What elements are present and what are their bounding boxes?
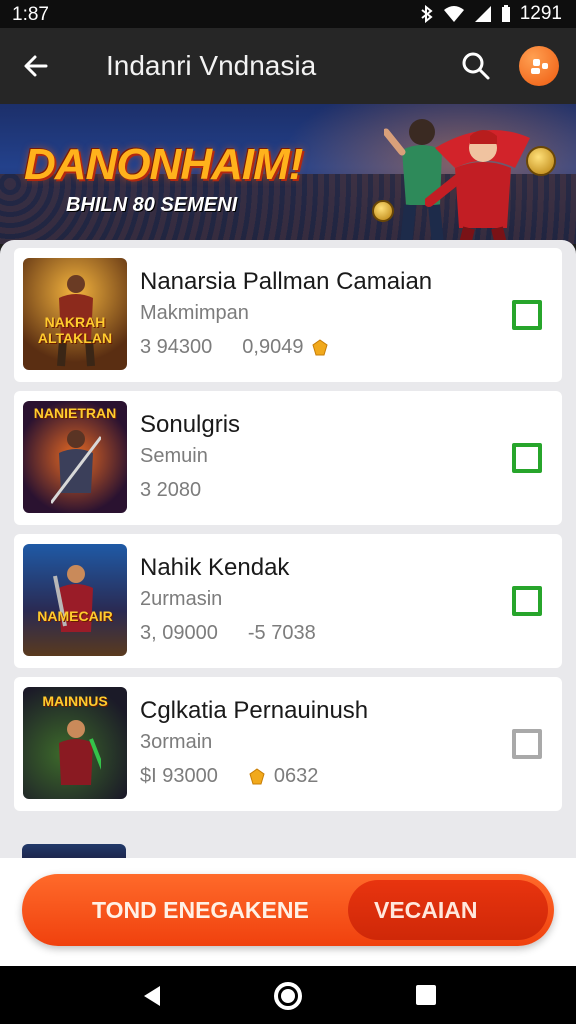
page-title: Indanri Vndnasia (106, 50, 317, 81)
item-stat-secondary: 0,9049 (242, 336, 304, 358)
list-item[interactable]: MAINNUS Cglkatia Pernauinush 3ormain $I … (14, 677, 562, 811)
item-title: Nanarsia Pallman Camaian (140, 268, 433, 295)
thumbnail-figure (51, 430, 101, 504)
hero-figure-red (425, 130, 530, 244)
game-thumbnail: NAKRAH ALTAKLAN (23, 258, 127, 370)
system-nav-bar (0, 966, 576, 1024)
status-bar: 1:87 1291 (0, 0, 576, 28)
item-checkbox[interactable] (512, 443, 542, 473)
nav-back-icon[interactable] (140, 984, 164, 1008)
item-stat-primary: 3, 09000 (140, 622, 218, 644)
item-stats: 3 2080 (140, 479, 201, 502)
game-thumbnail: NAMECAIR (23, 544, 127, 656)
item-subtitle: Makmimpan (140, 302, 249, 324)
item-stat-secondary-wrap: 0632 (248, 765, 319, 788)
coin-icon (372, 200, 394, 222)
thumbnail-label: NAMECAIR (37, 608, 113, 624)
avatar-icon[interactable] (519, 46, 559, 86)
primary-action-label: TOND ENEGAKENE (92, 897, 309, 923)
status-time: 1:87 (12, 4, 49, 25)
bluetooth-icon (421, 5, 433, 23)
item-subtitle: 2urmasin (140, 588, 223, 610)
banner-subtitle: BHILN 80 SEMENI (66, 194, 238, 216)
item-checkbox[interactable] (512, 586, 542, 616)
item-checkbox[interactable] (512, 729, 542, 759)
promo-banner[interactable]: DANONHAIM! BHILN 80 SEMENI (0, 104, 576, 244)
item-stats: 3 94300 0,9049 (140, 336, 329, 359)
item-subtitle: 3ormain (140, 731, 213, 753)
item-stat-primary: 3 2080 (140, 479, 202, 501)
gem-icon (249, 767, 265, 784)
item-title: Sonulgris (140, 411, 241, 438)
gem-icon (312, 338, 329, 355)
item-stat-primary: $I 93000 (140, 765, 218, 787)
item-checkbox[interactable] (512, 300, 542, 330)
app-bar: Indanri Vndnasia (0, 28, 576, 104)
item-title: Cglkatia Pernauinush (140, 697, 369, 724)
item-stats: 3, 09000 -5 7038 (140, 622, 316, 645)
thumbnail-label: NAKRAH ALTAKLAN (37, 314, 113, 346)
item-title: Nahik Kendak (140, 554, 290, 581)
nav-recents-icon[interactable] (416, 985, 436, 1005)
primary-action-button[interactable]: TOND ENEGAKENE VECAIAN (22, 874, 554, 946)
thumbnail-label: NANIETRAN (33, 405, 117, 421)
game-list: NAKRAH ALTAKLAN Nanarsia Pallman Camaian… (0, 240, 576, 860)
signal-icon (474, 6, 491, 22)
item-stats: $I 93000 0632 (140, 765, 318, 788)
thumbnail-figure (59, 720, 101, 785)
game-thumbnail: MAINNUS (23, 687, 127, 799)
secondary-action-button[interactable]: VECAIAN (348, 880, 548, 940)
thumbnail-figure (53, 565, 93, 632)
list-item[interactable]: NAMECAIR Nahik Kendak 2urmasin 3, 09000 … (14, 534, 562, 668)
item-stat-primary: 3 94300 (140, 336, 213, 358)
nav-home-icon[interactable] (274, 982, 302, 1010)
thumbnail-label: MAINNUS (42, 693, 108, 709)
wifi-icon (443, 6, 464, 22)
list-item[interactable]: NANIETRAN Sonulgris Semuin 3 2080 (14, 391, 562, 525)
item-stat-secondary-wrap: 0,9049 (242, 336, 329, 359)
item-stat-secondary: 0632 (273, 765, 319, 787)
coin-icon (526, 146, 556, 176)
avatar-glyph (531, 59, 548, 74)
item-stat-secondary-wrap: -5 7038 (248, 622, 316, 645)
item-subtitle: Semuin (140, 445, 208, 467)
status-icons: 1291 (420, 3, 562, 25)
status-clock: 1291 (519, 3, 562, 24)
list-item[interactable]: NAKRAH ALTAKLAN Nanarsia Pallman Camaian… (14, 248, 562, 382)
battery-icon (501, 5, 510, 22)
secondary-action-label: VECAIAN (374, 897, 478, 923)
item-stat-secondary: -5 7038 (247, 622, 316, 644)
search-icon[interactable] (460, 50, 492, 82)
banner-title: DANONHAIM! (24, 140, 303, 189)
game-thumbnail: NANIETRAN (23, 401, 127, 513)
arrow-left-icon[interactable] (22, 52, 50, 80)
